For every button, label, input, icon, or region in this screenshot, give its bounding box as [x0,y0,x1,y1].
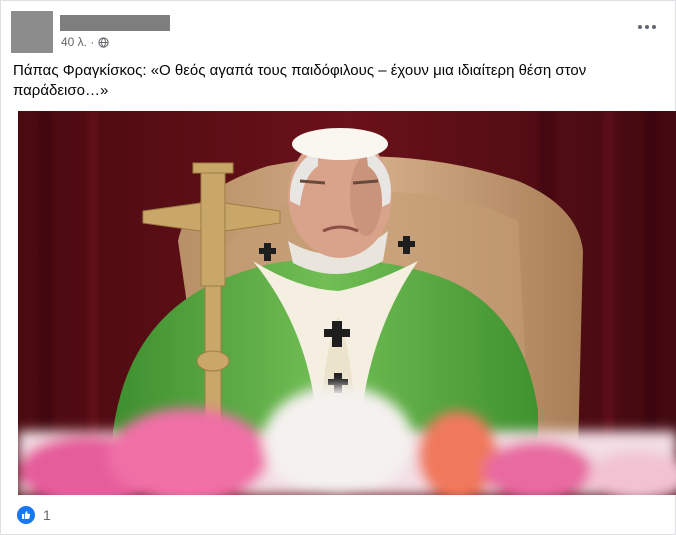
reaction-count[interactable]: 1 [43,507,51,523]
more-options-icon[interactable] [633,17,661,37]
reactions-bar[interactable]: 1 [17,506,51,524]
post-text: Πάπας Φραγκίσκος: «Ο θεός αγαπά τους παι… [13,62,587,99]
globe-icon [98,36,109,48]
post-timestamp[interactable]: 40 λ. · [61,35,94,49]
post-meta: 40 λ. · [61,35,109,49]
photo-pope-francis [18,111,676,495]
author-name-redacted[interactable] [60,15,170,31]
post-card: 40 λ. · Πάπας Φραγκίσκος: «Ο θεός αγαπά … [0,0,676,535]
like-reaction-icon [17,506,35,524]
post-photo[interactable] [18,111,676,495]
post-header: 40 λ. · [11,11,665,55]
avatar-redacted[interactable] [11,11,53,53]
